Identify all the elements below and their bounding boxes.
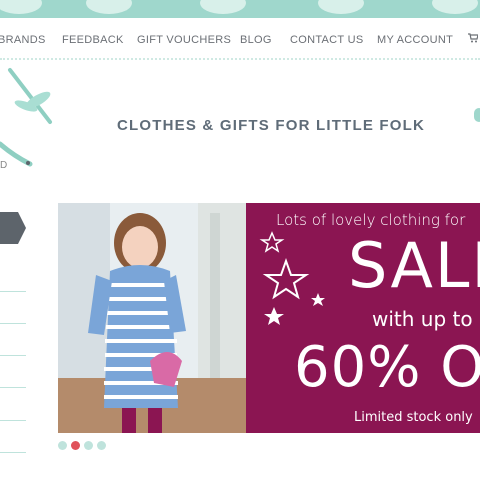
nav-item-brands[interactable]: BRANDS <box>0 34 46 46</box>
top-decorative-strip <box>0 0 480 18</box>
main-nav: BRANDS FEEDBACK GIFT VOUCHERS BLOG CONTA… <box>0 18 480 60</box>
promo-footnote: Limited stock only <box>354 410 473 425</box>
promo-headline: Lots of lovely clothing for <box>276 211 466 229</box>
logo-partial-text: D <box>0 160 8 171</box>
cloud-shape <box>432 0 478 14</box>
cloud-shape <box>0 0 42 14</box>
side-decoration <box>474 108 480 122</box>
site-tagline: CLOTHES & GIFTS FOR LITTLE FOLK <box>117 117 426 134</box>
sidebar-divider <box>0 387 26 388</box>
sidebar-divider <box>0 355 26 356</box>
sidebar-divider <box>0 420 26 421</box>
child-photo-illustration <box>58 203 246 433</box>
promo-discount-text: 60% O <box>294 335 480 400</box>
nav-item-my-account[interactable]: MY ACCOUNT <box>377 34 453 46</box>
promo-sale-text: SALE <box>348 229 480 302</box>
slider-dot[interactable] <box>84 441 93 450</box>
nav-item-contact-us[interactable]: CONTACT US <box>290 34 364 46</box>
slide-promo-panel: Lots of lovely clothing for SALE with up… <box>246 203 480 433</box>
cart-icon[interactable] <box>468 33 478 43</box>
slider-dot-active[interactable] <box>71 441 80 450</box>
hero-slider[interactable]: Lots of lovely clothing for SALE with up… <box>58 203 480 433</box>
sidebar-banner-ribbon <box>0 212 26 244</box>
slider-dot[interactable] <box>97 441 106 450</box>
sidebar-divider <box>0 452 26 453</box>
nav-item-feedback[interactable]: FEEDBACK <box>62 34 124 46</box>
cloud-shape <box>86 0 132 14</box>
site-logo[interactable]: D <box>0 64 60 184</box>
cloud-shape <box>200 0 246 14</box>
cloud-shape <box>318 0 364 14</box>
dragonfly-icon <box>0 68 52 167</box>
slide-photo-child <box>58 203 246 433</box>
sidebar-divider <box>0 291 26 292</box>
nav-item-blog[interactable]: BLOG <box>240 34 272 46</box>
promo-subline: with up to <box>372 307 473 331</box>
slider-dot[interactable] <box>58 441 67 450</box>
sidebar-divider <box>0 323 26 324</box>
nav-item-gift-vouchers[interactable]: GIFT VOUCHERS <box>137 34 231 46</box>
